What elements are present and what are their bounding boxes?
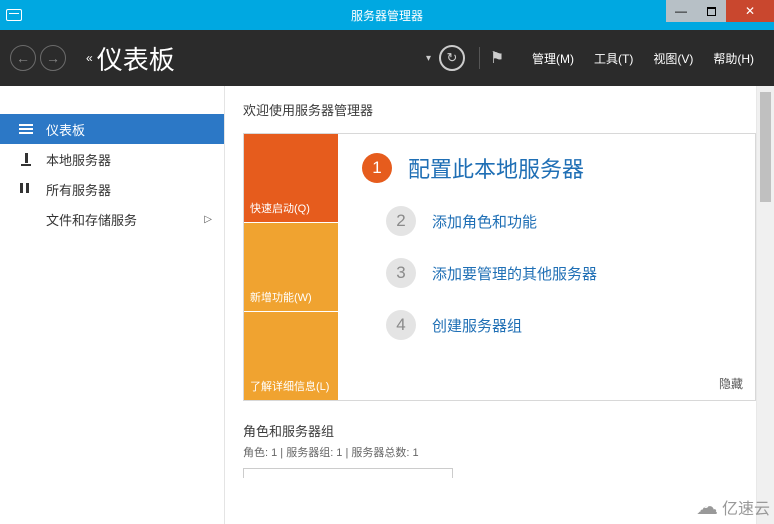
menu-help[interactable]: 帮助(H) [713, 50, 754, 67]
groups-heading: 角色和服务器组 [243, 421, 756, 440]
notifications-flag-icon[interactable]: ⚑ [488, 49, 506, 67]
scrollbar-thumb[interactable] [760, 92, 771, 202]
maximize-button[interactable] [696, 0, 726, 22]
step-number: 4 [386, 310, 416, 340]
step-number: 1 [362, 153, 392, 183]
learnmore-tab-label: 了解详细信息(L) [250, 378, 329, 394]
step-number: 3 [386, 258, 416, 288]
step-text: 添加角色和功能 [432, 211, 537, 232]
toolbar: ← → « 仪表板 ▾ ↻ ⚑ 管理(M) 工具(T) 视图(V) 帮助(H) [0, 30, 774, 86]
sidebar-item-label: 仪表板 [46, 120, 85, 139]
sidebar-item-label: 文件和存储服务 [46, 210, 137, 229]
content-area: 欢迎使用服务器管理器 快速启动(Q) 新增功能(W) 了解详细信息(L) 1 配… [225, 86, 774, 524]
app-icon [6, 9, 22, 21]
window-controls: — ✕ [666, 0, 774, 22]
all-servers-icon [18, 181, 34, 197]
whatsnew-tab[interactable]: 新增功能(W) [244, 222, 338, 311]
sidebar-item-label: 所有服务器 [46, 180, 111, 199]
close-button[interactable]: ✕ [726, 0, 774, 22]
back-button[interactable]: ← [10, 45, 36, 71]
window-title: 服务器管理器 [351, 7, 423, 24]
step-4[interactable]: 4 创建服务器组 [386, 310, 739, 340]
forward-button[interactable]: → [40, 45, 66, 71]
minimize-button[interactable]: — [666, 0, 696, 22]
local-server-icon [18, 151, 34, 167]
storage-icon [18, 211, 34, 227]
quickstart-card: 快速启动(Q) 新增功能(W) 了解详细信息(L) 1 配置此本地服务器 2 添… [243, 133, 756, 401]
sidebar-item-local-server[interactable]: 本地服务器 [0, 144, 224, 174]
menu-tools[interactable]: 工具(T) [594, 50, 633, 67]
group-tile-partial [243, 468, 453, 478]
sidebar-item-label: 本地服务器 [46, 150, 111, 169]
step-number: 2 [386, 206, 416, 236]
step-text: 配置此本地服务器 [408, 152, 584, 184]
breadcrumb-dropdown-icon[interactable]: ▾ [426, 53, 431, 64]
step-text: 添加要管理的其他服务器 [432, 263, 597, 284]
quickstart-steps: 1 配置此本地服务器 2 添加角色和功能 3 添加要管理的其他服务器 4 创建服… [338, 134, 755, 400]
step-1[interactable]: 1 配置此本地服务器 [362, 152, 739, 184]
page-title: 仪表板 [97, 40, 175, 77]
quickstart-tab-label: 快速启动(Q) [250, 200, 310, 216]
sidebar-item-file-storage[interactable]: 文件和存储服务 ▷ [0, 204, 224, 234]
sidebar-item-all-servers[interactable]: 所有服务器 [0, 174, 224, 204]
hide-link[interactable]: 隐藏 [719, 375, 743, 392]
welcome-heading: 欢迎使用服务器管理器 [243, 100, 756, 119]
vertical-scrollbar[interactable] [756, 86, 774, 524]
learnmore-tab[interactable]: 了解详细信息(L) [244, 311, 338, 400]
cloud-icon: ☁e [696, 494, 718, 520]
quickstart-left-column: 快速启动(Q) 新增功能(W) 了解详细信息(L) [244, 134, 338, 400]
sidebar-item-dashboard[interactable]: 仪表板 [0, 114, 224, 144]
dashboard-icon [18, 121, 34, 137]
titlebar: 服务器管理器 — ✕ [0, 0, 774, 30]
quickstart-tab[interactable]: 快速启动(Q) [244, 134, 338, 222]
watermark: ☁e 亿速云 [696, 494, 770, 520]
breadcrumb-back-glyph[interactable]: « [86, 51, 91, 65]
groups-counts: 角色: 1 | 服务器组: 1 | 服务器总数: 1 [243, 444, 756, 460]
sidebar: 仪表板 本地服务器 所有服务器 文件和存储服务 ▷ [0, 86, 225, 524]
refresh-button[interactable]: ↻ [439, 45, 465, 71]
menu-manage[interactable]: 管理(M) [532, 50, 574, 67]
step-2[interactable]: 2 添加角色和功能 [386, 206, 739, 236]
chevron-right-icon[interactable]: ▷ [204, 214, 212, 225]
step-text: 创建服务器组 [432, 315, 522, 336]
step-3[interactable]: 3 添加要管理的其他服务器 [386, 258, 739, 288]
watermark-text: 亿速云 [722, 495, 770, 519]
whatsnew-tab-label: 新增功能(W) [250, 289, 312, 305]
menu-view[interactable]: 视图(V) [653, 50, 693, 67]
toolbar-divider [479, 47, 480, 69]
